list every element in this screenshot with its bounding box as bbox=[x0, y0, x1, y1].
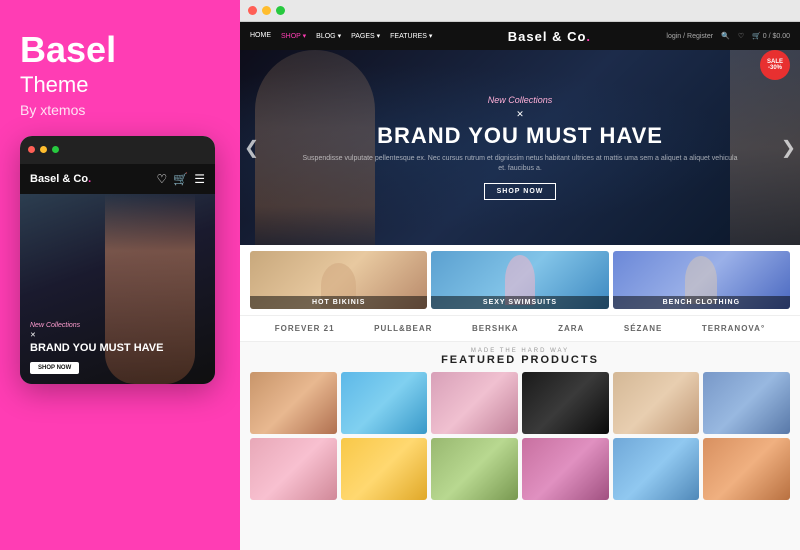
mobile-logo-dot: . bbox=[88, 173, 91, 185]
featured-section: MADE THE HARD WAY FEATURED PRODUCTS bbox=[240, 342, 800, 550]
brand-by: By xtemos bbox=[20, 102, 220, 118]
product-item-9[interactable] bbox=[431, 438, 518, 500]
site-logo-dot: . bbox=[586, 29, 591, 44]
products-grid-row2 bbox=[250, 438, 790, 500]
mobile-hero-content: New Collections ✕ BRAND YOU MUST HAVE SH… bbox=[20, 312, 173, 383]
product-item-8[interactable] bbox=[341, 438, 428, 500]
site-hero: ❮ New Collections ✕ BRAND YOU MUST HAVE … bbox=[240, 50, 800, 245]
right-panel: HOME SHOP ▾ BLOG ▾ PAGES ▾ FEATURES ▾ Ba… bbox=[240, 0, 800, 550]
heart-icon: ♡ bbox=[157, 172, 168, 186]
hero-next-button[interactable]: ❯ bbox=[781, 137, 796, 158]
hero-subtitle: Suspendisse vulputate pellentesque ex. N… bbox=[300, 154, 740, 174]
product-item-1[interactable] bbox=[250, 372, 337, 434]
nav-pages[interactable]: PAGES ▾ bbox=[351, 32, 380, 40]
products-grid-row1 bbox=[250, 372, 790, 434]
mobile-dot-red bbox=[28, 146, 35, 153]
hero-prev-button[interactable]: ❮ bbox=[244, 137, 259, 158]
brand-zara: ZARA bbox=[558, 324, 584, 333]
brand-subtitle: Theme bbox=[20, 72, 220, 98]
desktop-dot-red bbox=[248, 6, 257, 15]
brand-sezane: SÉZANE bbox=[624, 324, 662, 333]
category-label-3: BENCH CLOTHING bbox=[613, 296, 790, 309]
product-item-7[interactable] bbox=[250, 438, 337, 500]
product-item-3[interactable] bbox=[431, 372, 518, 434]
site-nav-right: login / Register 🔍 ♡ 🛒 0 / $0.00 bbox=[666, 32, 790, 40]
product-item-2[interactable] bbox=[341, 372, 428, 434]
sale-badge: SALE-30% bbox=[760, 50, 790, 80]
desktop-window: HOME SHOP ▾ BLOG ▾ PAGES ▾ FEATURES ▾ Ba… bbox=[240, 0, 800, 550]
hero-new-collections: New Collections bbox=[300, 95, 740, 105]
product-item-11[interactable] bbox=[613, 438, 700, 500]
left-panel: Basel Theme By xtemos Basel & Co. ♡ 🛒 ☰ … bbox=[0, 0, 240, 550]
desktop-dot-yellow bbox=[262, 6, 271, 15]
cart-link[interactable]: 🛒 0 / $0.00 bbox=[752, 32, 790, 40]
category-sexy-swimsuits[interactable]: SEXY SWIMSUITS bbox=[431, 251, 608, 309]
mobile-hero-title: BRAND YOU MUST HAVE bbox=[30, 342, 163, 355]
nav-home[interactable]: HOME bbox=[250, 32, 271, 40]
mobile-hero: New Collections ✕ BRAND YOU MUST HAVE SH… bbox=[20, 194, 215, 384]
site-nav: HOME SHOP ▾ BLOG ▾ PAGES ▾ FEATURES ▾ Ba… bbox=[240, 22, 800, 50]
menu-icon: ☰ bbox=[194, 172, 205, 186]
mobile-shop-now-button[interactable]: SHOP NOW bbox=[30, 362, 79, 374]
nav-shop[interactable]: SHOP ▾ bbox=[281, 32, 306, 40]
product-item-5[interactable] bbox=[613, 372, 700, 434]
hero-content: New Collections ✕ BRAND YOU MUST HAVE Su… bbox=[240, 95, 800, 200]
category-row: HOT BIKINIS SEXY SWIMSUITS BENCH CLOTHIN… bbox=[240, 245, 800, 315]
desktop-titlebar bbox=[240, 0, 800, 22]
nav-blog[interactable]: BLOG ▾ bbox=[316, 32, 341, 40]
hero-cross: ✕ bbox=[300, 109, 740, 120]
site-logo: Basel & Co. bbox=[508, 29, 591, 44]
product-item-12[interactable] bbox=[703, 438, 790, 500]
nav-features[interactable]: FEATURES ▾ bbox=[390, 32, 432, 40]
site-nav-links: HOME SHOP ▾ BLOG ▾ PAGES ▾ FEATURES ▾ bbox=[250, 32, 432, 40]
category-label-1: HOT BIKINIS bbox=[250, 296, 427, 309]
featured-header: MADE THE HARD WAY FEATURED PRODUCTS bbox=[250, 348, 790, 366]
mobile-new-collections: New Collections bbox=[30, 322, 163, 329]
cart-icon: 🛒 bbox=[173, 172, 188, 186]
brand-title: Basel bbox=[20, 30, 220, 70]
category-hot-bikinis[interactable]: HOT BIKINIS bbox=[250, 251, 427, 309]
product-item-6[interactable] bbox=[703, 372, 790, 434]
brand-bershka: Bershka bbox=[472, 324, 519, 333]
brand-forever21: FOREVER 21 bbox=[275, 324, 335, 333]
mobile-logo: Basel & Co. bbox=[30, 173, 91, 185]
mobile-mockup: Basel & Co. ♡ 🛒 ☰ New Collections ✕ BRAN… bbox=[20, 136, 215, 384]
login-link[interactable]: login / Register bbox=[666, 33, 713, 40]
category-label-2: SEXY SWIMSUITS bbox=[431, 296, 608, 309]
mobile-dot-green bbox=[52, 146, 59, 153]
hero-title: BRAND YOU MUST HAVE bbox=[300, 124, 740, 148]
brand-pullbear: PULL&BEAR bbox=[374, 324, 432, 333]
category-bench-clothing[interactable]: BENCH CLOTHING bbox=[613, 251, 790, 309]
featured-title: FEATURED PRODUCTS bbox=[250, 354, 790, 366]
hero-shop-now-button[interactable]: SHOP NOW bbox=[484, 183, 557, 200]
wishlist-icon[interactable]: ♡ bbox=[738, 32, 744, 40]
product-item-4[interactable] bbox=[522, 372, 609, 434]
brand-terranova: terranova° bbox=[702, 324, 765, 333]
mobile-dot-yellow bbox=[40, 146, 47, 153]
brand-row: FOREVER 21 PULL&BEAR Bershka ZARA SÉZANE… bbox=[240, 315, 800, 342]
mobile-nav-icons: ♡ 🛒 ☰ bbox=[157, 172, 205, 186]
desktop-dot-green bbox=[276, 6, 285, 15]
search-icon[interactable]: 🔍 bbox=[721, 32, 730, 40]
product-item-10[interactable] bbox=[522, 438, 609, 500]
mobile-titlebar bbox=[20, 136, 215, 164]
mobile-nav: Basel & Co. ♡ 🛒 ☰ bbox=[20, 164, 215, 194]
